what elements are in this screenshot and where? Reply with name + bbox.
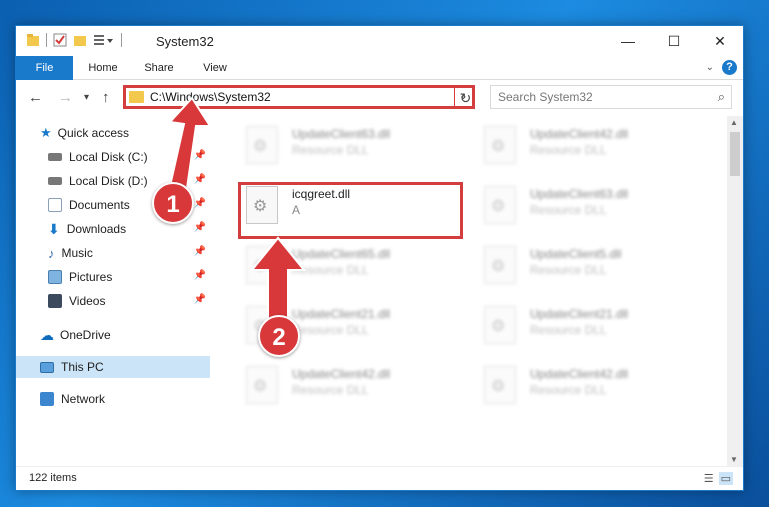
arrow-2 <box>249 236 307 323</box>
callout-1: 1 <box>152 182 194 224</box>
callout-2: 2 <box>258 315 300 357</box>
annotation-arrows <box>166 96 307 323</box>
arrow-1 <box>166 96 212 196</box>
